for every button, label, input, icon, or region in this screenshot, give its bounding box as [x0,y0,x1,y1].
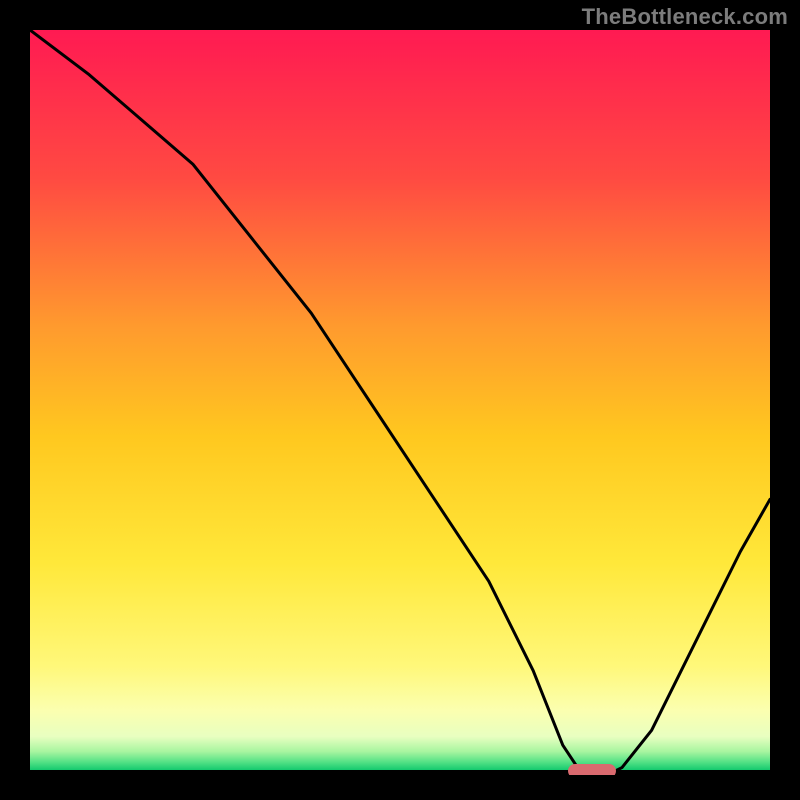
valley-marker [568,764,616,775]
curve-svg [30,30,770,775]
curve-path [30,30,770,775]
watermark-text: TheBottleneck.com [582,4,788,30]
plot-area [30,30,770,775]
chart-frame: TheBottleneck.com [0,0,800,800]
